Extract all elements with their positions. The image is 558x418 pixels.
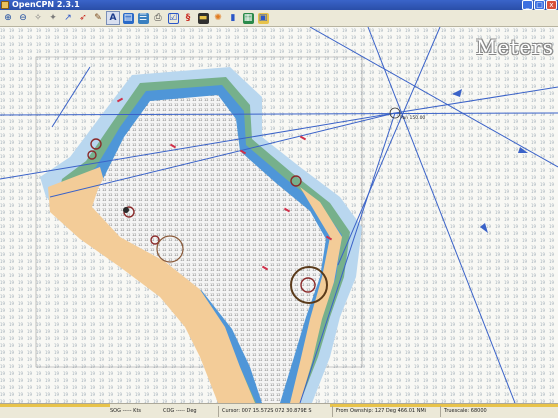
- title-bar: OpenCPN 2.3.1 _ □ x: [0, 0, 558, 10]
- help-button[interactable]: ▮: [226, 11, 240, 25]
- status-separator: [218, 406, 219, 417]
- zoom-out-button[interactable]: ⊖: [16, 11, 30, 25]
- chart-bar-icon: ▦: [242, 12, 254, 24]
- chart-bar-button[interactable]: ▦: [241, 11, 255, 25]
- cursor-readout: Cursor: 007 15.572S 072 30.879E S: [222, 408, 312, 414]
- tide-button[interactable]: ▬: [196, 11, 210, 25]
- scale-out-button[interactable]: ✦: [46, 11, 60, 25]
- print-button[interactable]: ⎙: [151, 11, 165, 25]
- current-icon: §: [185, 12, 191, 23]
- zoom-in-button[interactable]: ⊕: [1, 11, 15, 25]
- status-separator: [332, 406, 333, 417]
- route-icon: ↗: [64, 12, 72, 23]
- settings-icon: ☑: [167, 12, 179, 24]
- waypoint-label: Pan 150.00: [400, 115, 425, 121]
- tide-icon: ▬: [197, 12, 209, 24]
- route-button[interactable]: ↗: [61, 11, 75, 25]
- zoom-in-icon: ⊕: [4, 12, 12, 23]
- track-button[interactable]: ☰: [136, 11, 150, 25]
- window-title: OpenCPN 2.3.1: [12, 0, 80, 9]
- ais-icon: ✺: [214, 12, 222, 23]
- auto-follow-button[interactable]: ➶: [76, 11, 90, 25]
- minimize-button[interactable]: _: [522, 0, 533, 10]
- current-button[interactable]: §: [181, 11, 195, 25]
- units-label: Meters: [475, 35, 554, 59]
- route-manager-icon: ▤: [122, 12, 134, 24]
- zoom-out-icon: ⊖: [19, 12, 27, 23]
- print-icon: ⎙: [154, 12, 162, 23]
- help-icon: ▮: [230, 12, 236, 23]
- main-toolbar: ⊕ ⊖ ✧ ✦ ↗ ➶ ✎ A ▤ ☰ ⎙ ☑ § ▬ ✺ ▮ ▦ ▣: [0, 10, 558, 27]
- scale-readout: Truescale: 68000: [444, 408, 487, 414]
- about-icon: ▣: [257, 12, 269, 24]
- measure-button[interactable]: ✎: [91, 11, 105, 25]
- track-icon: ☰: [137, 12, 149, 24]
- maximize-button[interactable]: □: [534, 0, 545, 10]
- app-icon: [1, 1, 9, 9]
- status-bar: SOG ----- Kts COG ----- Deg Cursor: 007 …: [0, 403, 558, 418]
- ownship-readout: From Ownship: 127 Deg 466.01 NMi: [336, 408, 427, 414]
- ais-button[interactable]: ✺: [211, 11, 225, 25]
- about-button[interactable]: ▣: [256, 11, 270, 25]
- auto-follow-icon: ➶: [79, 12, 87, 23]
- cog-readout: COG ----- Deg: [163, 408, 197, 414]
- sog-readout: SOG ----- Kts: [110, 408, 142, 414]
- chart-canvas[interactable]: 19 12: [0, 27, 558, 403]
- nautical-chart: 19 12: [0, 27, 558, 403]
- scale-in-button[interactable]: ✧: [31, 11, 45, 25]
- status-progress-left: [0, 404, 110, 407]
- route-manager-button[interactable]: ▤: [121, 11, 135, 25]
- settings-button[interactable]: ☑: [166, 11, 180, 25]
- text-icon: A: [109, 12, 117, 23]
- text-toggle-button[interactable]: A: [106, 11, 120, 25]
- status-separator: [440, 406, 441, 417]
- window-controls: _ □ x: [522, 0, 557, 10]
- close-button[interactable]: x: [546, 0, 557, 10]
- scale-out-icon: ✦: [49, 12, 57, 23]
- measure-icon: ✎: [94, 12, 102, 23]
- scale-in-icon: ✧: [34, 12, 42, 23]
